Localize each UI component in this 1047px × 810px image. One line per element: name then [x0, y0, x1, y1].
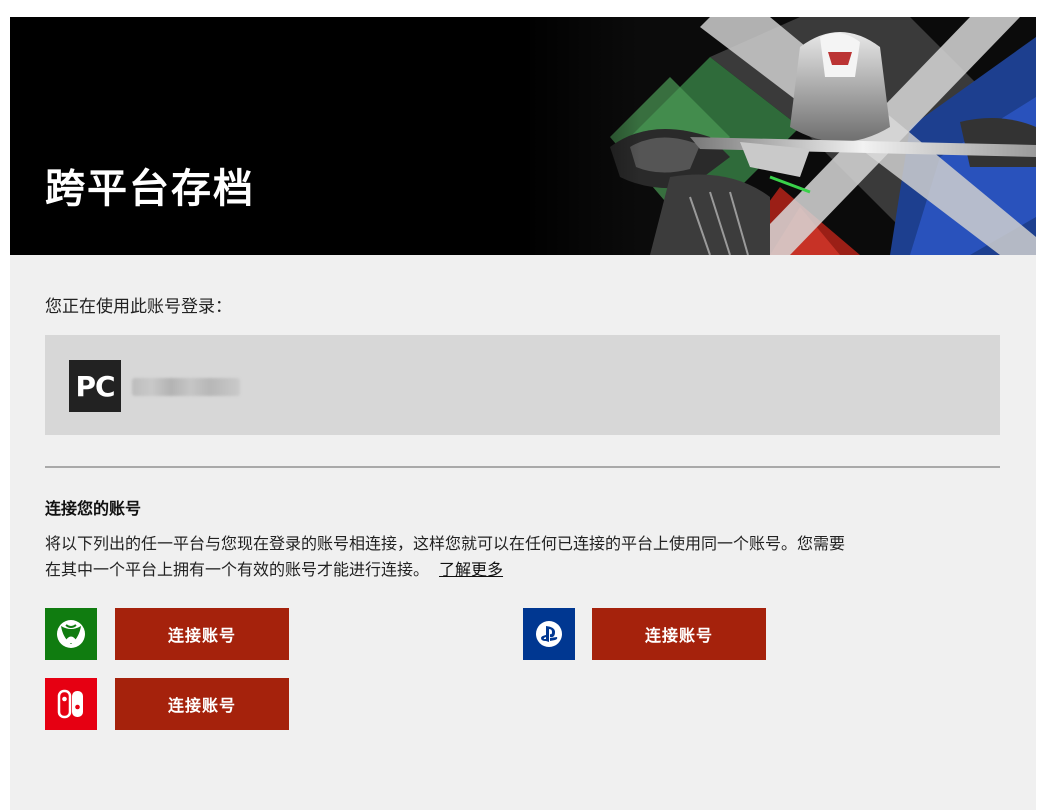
hero-banner: 跨平台存档: [10, 17, 1036, 255]
pc-platform-icon: PC: [69, 360, 121, 412]
description-line-1: 将以下列出的任一平台与您现在登录的账号相连接，这样您就可以在任何已连接的平台上使…: [45, 534, 846, 553]
xbox-icon: [45, 608, 97, 660]
nintendo-switch-icon: [45, 678, 97, 730]
cross-save-panel: 跨平台存档 您正在使用此账号登录： PC 连接您的账号 将以下列出的任一平台与您…: [10, 17, 1036, 810]
playstation-icon: [523, 608, 575, 660]
signed-in-label: 您正在使用此账号登录：: [45, 297, 232, 317]
page-title: 跨平台存档: [45, 166, 255, 212]
section-divider: [45, 466, 1000, 468]
warframe-hero-art: [520, 17, 1036, 255]
description-line-2: 在其中一个平台上拥有一个有效的账号才能进行连接。: [45, 560, 430, 579]
connect-playstation-button[interactable]: 连接账号: [592, 608, 766, 660]
blurred-username: [132, 378, 240, 396]
connect-description: 将以下列出的任一平台与您现在登录的账号相连接，这样您就可以在任何已连接的平台上使…: [45, 531, 1010, 583]
connect-xbox-button[interactable]: 连接账号: [115, 608, 289, 660]
connect-accounts-heading: 连接您的账号: [45, 499, 142, 518]
connect-switch-button[interactable]: 连接账号: [115, 678, 289, 730]
learn-more-link[interactable]: 了解更多: [439, 560, 503, 579]
current-account-box: PC: [45, 335, 1000, 435]
